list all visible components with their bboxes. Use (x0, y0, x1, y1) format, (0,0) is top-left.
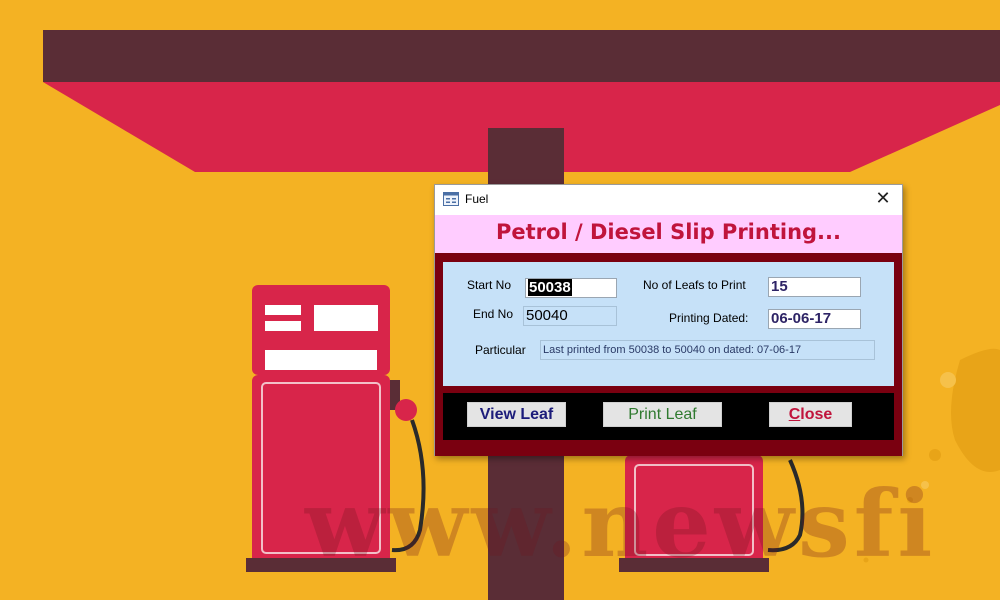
canopy-top (43, 30, 1000, 82)
window-title: Fuel (465, 192, 489, 206)
close-hotkey-letter: C (788, 406, 801, 423)
end-no-label: End No (473, 307, 514, 321)
print-leaf-button[interactable]: Print Leaf (603, 402, 722, 427)
watermark-text: www.newsfi (305, 470, 937, 578)
printing-dated-input[interactable]: 06-06-17 (768, 309, 861, 329)
fuel-dialog: Fuel ✕ Petrol / Diesel Slip Printing... … (434, 184, 903, 456)
leafs-to-print-input[interactable]: 15 (768, 277, 861, 297)
start-no-label: Start No (467, 278, 512, 292)
button-bar: View Leaf Print Leaf Close (443, 393, 894, 440)
end-no-field: 50040 (523, 306, 617, 326)
view-leaf-button[interactable]: View Leaf (467, 402, 566, 427)
printing-dated-label: Printing Dated: (669, 311, 749, 325)
particular-label: Particular (475, 343, 526, 357)
form-panel: Start No 50038 End No 50040 No of Leafs … (443, 262, 894, 386)
start-no-value: 50038 (528, 279, 572, 296)
particular-field: Last printed from 50038 to 50040 on date… (540, 340, 875, 360)
close-window-icon[interactable]: ✕ (870, 187, 896, 211)
leafs-to-print-label: No of Leafs to Print (643, 278, 746, 292)
start-no-input[interactable]: 50038 (525, 278, 617, 298)
form-frame: Start No 50038 End No 50040 No of Leafs … (435, 253, 902, 456)
form-header: Petrol / Diesel Slip Printing... (435, 215, 902, 253)
form-app-icon (443, 192, 459, 206)
close-button[interactable]: Close (769, 402, 852, 427)
close-button-label: lose (800, 406, 833, 423)
page-title: Petrol / Diesel Slip Printing... (496, 220, 841, 244)
title-bar: Fuel ✕ (435, 185, 902, 215)
